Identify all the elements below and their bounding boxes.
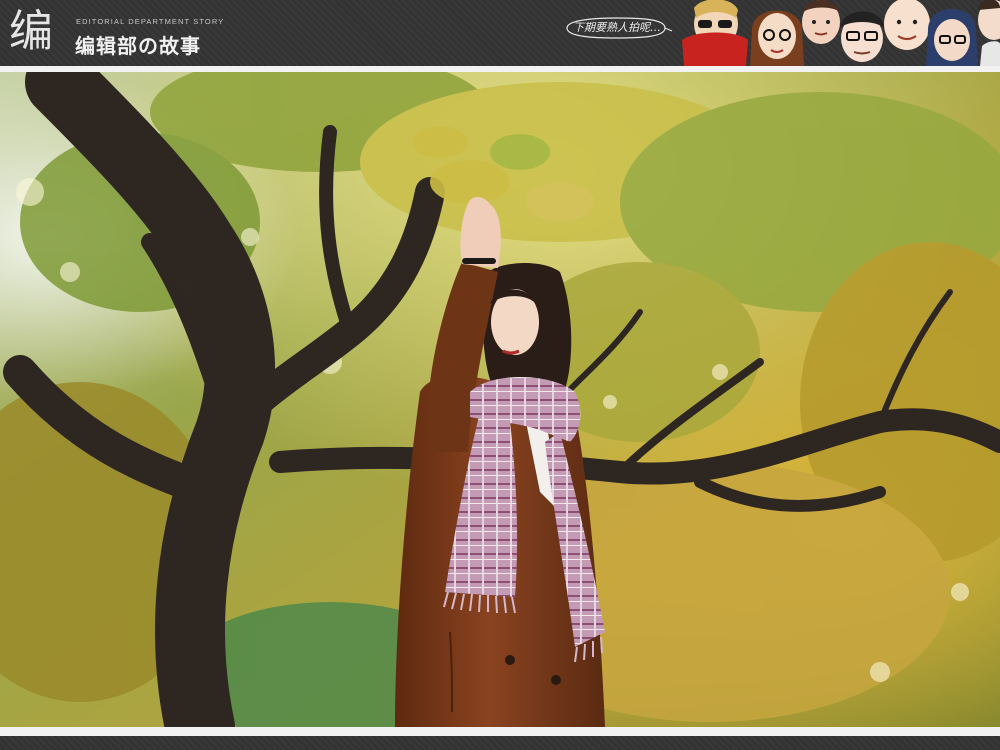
autumn-portrait-image [0,72,1000,727]
red-scarf-face-icon [682,0,748,66]
logo-chinese-title[interactable]: 编辑部の故事 [75,30,201,59]
logo-glyph: 编 [9,6,53,57]
logo-english-text: EDITORIAL DEPARTMENT STORY [76,17,225,26]
man-glasses-2-face-icon [926,9,978,66]
man-face-icon [802,0,840,44]
cartoon-faces-strip [682,0,1000,66]
header-bar: 编 EDITORIAL DEPARTMENT STORY 编辑部の故事 下期要熟… [0,0,1000,66]
speech-bubble: 下期要熟人拍呢… [561,15,673,41]
footer-band [0,736,1000,750]
partial-face-icon [978,0,1000,66]
speech-bubble-text: 下期要熟人拍呢… [573,21,661,34]
man-glasses-face-icon [840,11,884,62]
bald-man-face-icon [884,0,930,50]
glasses-woman-face-icon [750,10,804,66]
main-photo [0,72,1000,727]
